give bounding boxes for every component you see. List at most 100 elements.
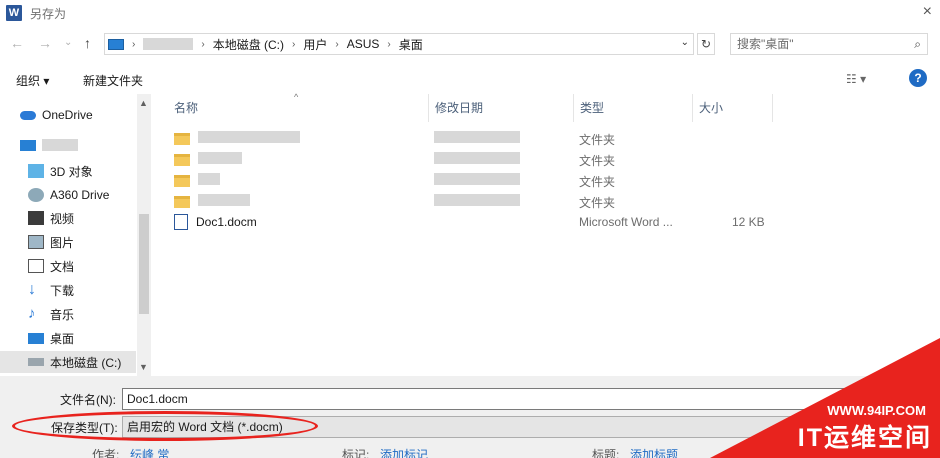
folder-icon (174, 154, 190, 166)
sidebar-item-label: 下载 (50, 283, 75, 298)
sidebar-item-label: 桌面 (50, 331, 75, 346)
breadcrumb-separator[interactable]: › (132, 39, 135, 50)
breadcrumb-desktop[interactable]: 桌面 (399, 36, 423, 53)
breadcrumb-separator[interactable]: › (292, 39, 295, 50)
organize-button[interactable]: 组织 ▾ (16, 72, 49, 89)
title-label: 标题: (592, 448, 620, 458)
redacted-date (434, 152, 520, 164)
sidebar-item-3d-objects[interactable]: 3D 对象 (0, 160, 136, 182)
column-divider[interactable] (573, 94, 574, 122)
close-icon[interactable]: × (923, 3, 932, 21)
desktop-icon (28, 332, 44, 344)
redacted-name (198, 194, 250, 206)
redacted-name (198, 152, 242, 164)
word-macro-document-icon (174, 214, 188, 230)
music-icon: ♪ (28, 305, 36, 322)
sidebar-item-downloads[interactable]: ↓ 下载 (0, 279, 136, 301)
up-arrow-icon[interactable]: ↑ (84, 35, 91, 51)
window-title: 另存为 (30, 6, 67, 21)
sidebar-item-label: 音乐 (50, 307, 75, 322)
recent-locations-icon[interactable]: ⌄ (64, 37, 72, 48)
sidebar-item-label: 3D 对象 (50, 164, 93, 179)
sidebar-item-music[interactable]: ♪ 音乐 (0, 303, 136, 325)
folder-icon (174, 196, 190, 208)
highlight-annotation (12, 411, 318, 441)
sidebar-item-documents[interactable]: 文档 (0, 255, 136, 277)
file-type: 文件夹 (579, 175, 616, 189)
breadcrumb-asus[interactable]: ASUS (347, 37, 380, 51)
sidebar-item-label: A360 Drive (50, 188, 110, 202)
3d-objects-icon (28, 164, 44, 178)
redacted-name (198, 173, 220, 185)
table-row[interactable]: 文件夹 (152, 170, 940, 191)
column-header-date[interactable]: 修改日期 (435, 94, 483, 122)
folder-icon (174, 175, 190, 187)
new-folder-button[interactable]: 新建文件夹 (83, 72, 143, 89)
sidebar-item-pictures[interactable]: 图片 (0, 231, 136, 253)
search-icon[interactable]: ⌕ (914, 34, 921, 54)
watermark-url: WWW.94IP.COM (827, 403, 926, 418)
help-icon[interactable]: ? (909, 69, 927, 87)
drive-icon (28, 358, 44, 366)
sidebar-item-local-disk[interactable]: 本地磁盘 (C:) (0, 351, 136, 373)
sidebar-item-label: 图片 (50, 235, 75, 250)
chevron-down-icon[interactable]: ⌄ (681, 37, 689, 48)
search-input[interactable]: 搜索"桌面" ⌕ (730, 33, 928, 55)
file-type: 文件夹 (579, 196, 616, 210)
column-header-name[interactable]: 名称 (174, 94, 198, 122)
back-arrow-icon[interactable]: ← (10, 35, 24, 51)
scroll-up-arrow-icon[interactable]: ▲ (139, 98, 148, 108)
folder-icon (174, 133, 190, 145)
column-divider[interactable] (772, 94, 773, 122)
sidebar-item-label: 本地磁盘 (C:) (50, 355, 122, 370)
address-bar[interactable]: › › 本地磁盘 (C:) › 用户 › ASUS › 桌面 ⌄ (104, 33, 694, 55)
refresh-button[interactable]: ↻ (697, 33, 715, 55)
file-type: 文件夹 (579, 154, 616, 168)
file-type: 文件夹 (579, 133, 616, 147)
breadcrumb-separator[interactable]: › (335, 39, 338, 50)
table-row[interactable]: 文件夹 (152, 149, 940, 170)
table-row[interactable]: 文件夹 (152, 191, 940, 212)
watermark-text: IT运维空间 (797, 424, 932, 452)
downloads-icon: ↓ (28, 281, 36, 298)
column-header-type[interactable]: 类型 (580, 94, 604, 122)
pictures-icon (28, 235, 44, 249)
breadcrumb-separator[interactable]: › (387, 39, 390, 50)
video-icon (28, 211, 44, 225)
navigation-bar: ← → ⌄ ↑ › › 本地磁盘 (C:) › 用户 › ASUS › 桌面 ⌄… (0, 30, 940, 58)
forward-arrow-icon[interactable]: → (38, 35, 52, 51)
view-options-icon[interactable]: ☷ ▾ (846, 72, 866, 86)
column-divider[interactable] (428, 94, 429, 122)
breadcrumb-separator[interactable]: › (201, 39, 204, 50)
breadcrumb-users[interactable]: 用户 (303, 36, 327, 53)
table-row[interactable]: 文件夹 (152, 128, 940, 149)
file-type: Microsoft Word ... (579, 215, 673, 229)
redacted-date (434, 194, 520, 206)
word-app-icon: W (6, 5, 22, 21)
column-divider[interactable] (692, 94, 693, 122)
author-value[interactable]: 纭峰 常 (130, 446, 169, 458)
add-tags-link[interactable]: 添加标记 (380, 446, 428, 458)
sidebar-item-label: 文档 (50, 259, 75, 274)
scroll-down-arrow-icon[interactable]: ▼ (139, 362, 148, 372)
file-size: 12 KB (732, 215, 765, 229)
navigation-pane: OneDrive 3D 对象 A360 Drive 视频 图片 文档 ↓ 下载 (0, 94, 152, 376)
sidebar-item-a360-drive[interactable]: A360 Drive (0, 184, 136, 206)
author-label: 作者: (92, 448, 120, 458)
sidebar-item-onedrive[interactable]: OneDrive (0, 104, 136, 126)
sidebar-scrollbar-thumb[interactable] (139, 214, 149, 314)
table-row[interactable]: Doc1.docm Microsoft Word ... 12 KB (152, 212, 940, 233)
breadcrumb-local-disk[interactable]: 本地磁盘 (C:) (213, 36, 284, 53)
redacted-name (198, 131, 300, 143)
computer-icon (108, 38, 124, 50)
a360-icon (28, 188, 44, 202)
save-as-dialog: W 另存为 × ← → ⌄ ↑ › › 本地磁盘 (C:) › 用户 › ASU… (0, 0, 940, 458)
column-header-size[interactable]: 大小 (699, 94, 723, 122)
search-placeholder: 搜索"桌面" (737, 37, 794, 51)
sidebar-item-this-pc[interactable] (0, 134, 136, 156)
sidebar-item-label: 视频 (50, 211, 75, 226)
sidebar-item-label: OneDrive (42, 108, 93, 122)
sidebar-item-videos[interactable]: 视频 (0, 207, 136, 229)
add-title-link[interactable]: 添加标题 (630, 446, 678, 458)
sidebar-item-desktop[interactable]: 桌面 (0, 327, 136, 349)
